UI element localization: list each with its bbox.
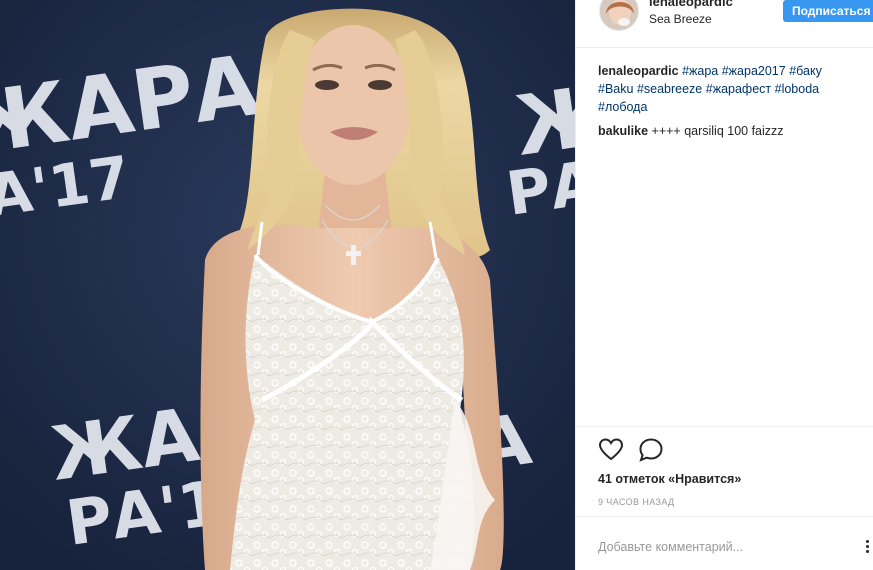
post-header: lenaleopardic Sea Breeze Подписаться [576, 0, 873, 48]
add-comment-input[interactable] [598, 537, 848, 557]
heart-icon [598, 438, 624, 461]
hashtag-link[interactable]: #жара [682, 64, 718, 78]
avatar[interactable] [599, 0, 639, 31]
hashtag-link[interactable]: #Baku [598, 82, 633, 96]
list-item: bakulike ++++ qarsiliq 100 faizzz [598, 122, 860, 140]
likes-count[interactable]: 41 отметок «Нравится» [598, 472, 741, 486]
backdrop-text-right-2: РА [502, 148, 575, 230]
like-button[interactable] [598, 437, 624, 463]
actions-divider [576, 426, 873, 427]
avatar-image [600, 0, 638, 30]
hashtag-link[interactable]: #жара2017 [722, 64, 786, 78]
add-comment-section [576, 516, 873, 570]
comment-button[interactable] [638, 437, 664, 463]
more-options-icon[interactable] [866, 538, 873, 554]
comment-text: ++++ qarsiliq 100 faizzz [651, 124, 784, 138]
post-details-panel: lenaleopardic Sea Breeze Подписаться len… [575, 0, 873, 570]
hashtag-link[interactable]: #лобода [598, 100, 647, 114]
post-photo[interactable]: ЖАРА А'17 ЖА РА'17 Ж РА А [0, 0, 575, 570]
caption-comment: lenaleopardic #жара #жара2017 #баку #Bak… [598, 62, 860, 116]
comments-list: lenaleopardic #жара #жара2017 #баку #Bak… [598, 62, 860, 146]
hashtag-link[interactable]: #loboda [775, 82, 820, 96]
photo-image: ЖАРА А'17 ЖА РА'17 Ж РА А [0, 0, 575, 570]
hashtag-link[interactable]: #жарафест [706, 82, 771, 96]
comment-username[interactable]: bakulike [598, 124, 648, 138]
post-location[interactable]: Sea Breeze [649, 12, 712, 26]
comment-icon [639, 438, 663, 462]
caption-username[interactable]: lenaleopardic [598, 64, 679, 78]
hashtag-link[interactable]: #баку [789, 64, 822, 78]
hashtag-link[interactable]: #seabreeze [637, 82, 702, 96]
follow-button[interactable]: Подписаться [783, 0, 873, 22]
post-username[interactable]: lenaleopardic [649, 0, 733, 9]
post-timestamp[interactable]: 9 часов назад [598, 497, 675, 507]
